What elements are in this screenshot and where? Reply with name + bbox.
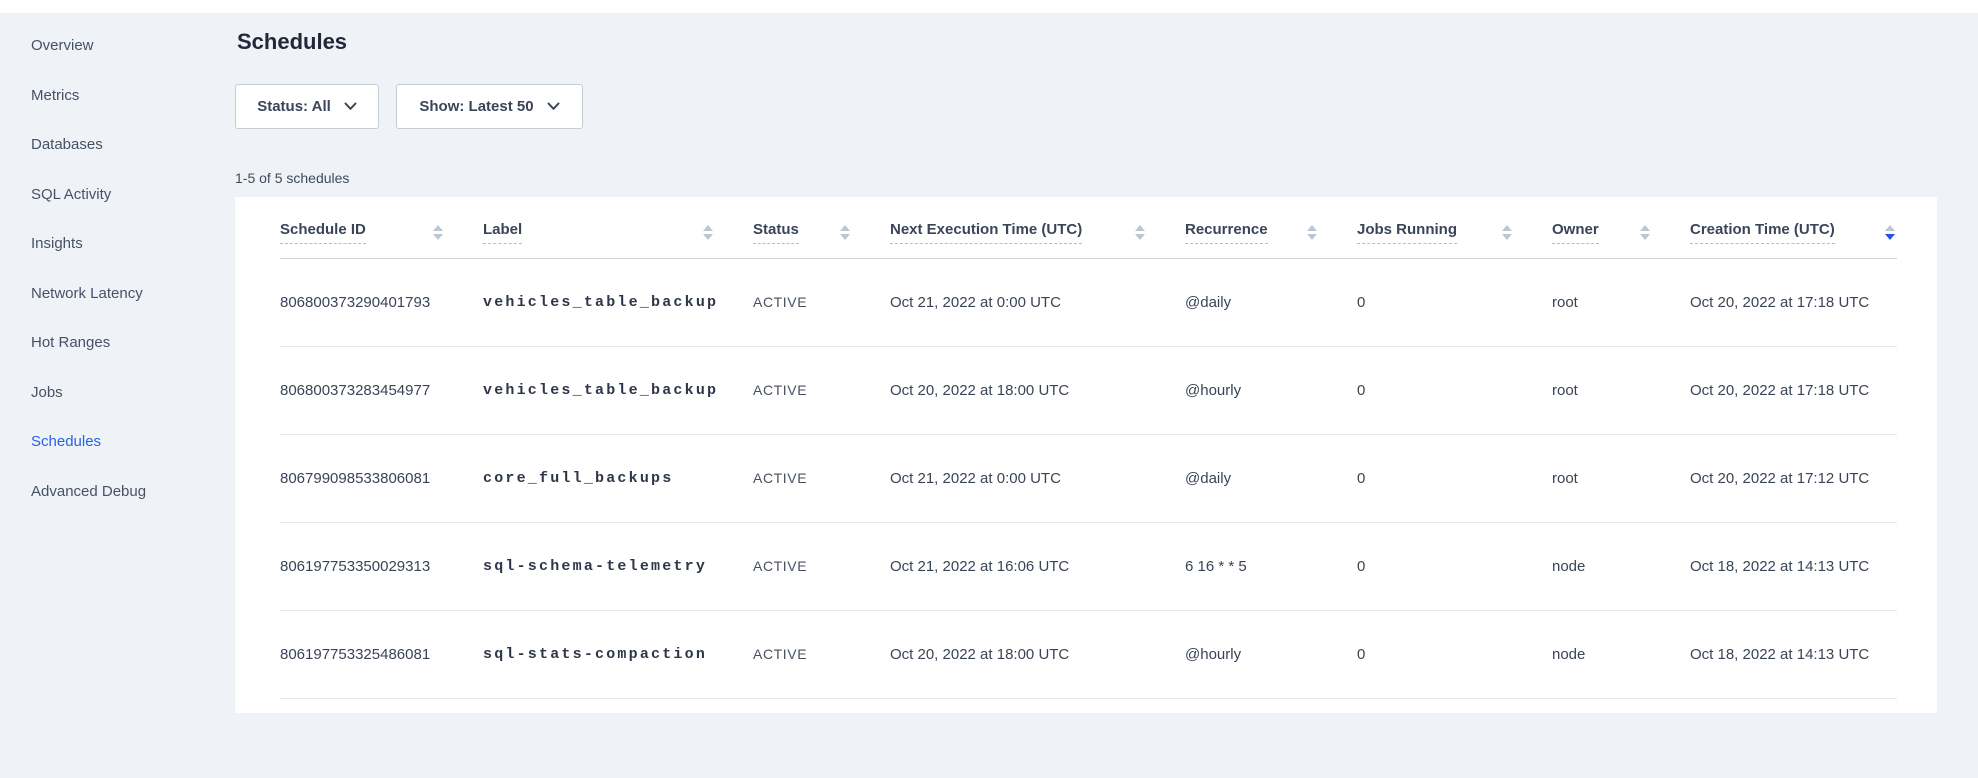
cell-creation-time: Oct 18, 2022 at 14:13 UTC xyxy=(1690,522,1897,610)
cell-owner: root xyxy=(1552,434,1690,522)
show-limit-label: Show: Latest 50 xyxy=(419,98,533,115)
sort-icon-active-desc xyxy=(1885,225,1895,240)
table-row[interactable]: 806197753325486081 sql-stats-compaction … xyxy=(280,610,1897,698)
table-row[interactable]: 806197753350029313 sql-schema-telemetry … xyxy=(280,522,1897,610)
schedules-table: Schedule ID Label Status Next Execution … xyxy=(280,197,1897,699)
page-title: Schedules xyxy=(237,29,1937,55)
cell-status: ACTIVE xyxy=(753,434,890,522)
table-header-row: Schedule ID Label Status Next Execution … xyxy=(280,197,1897,258)
sort-icon xyxy=(433,225,443,240)
show-limit-dropdown[interactable]: Show: Latest 50 xyxy=(396,84,583,129)
column-header-label[interactable]: Label xyxy=(483,197,753,258)
cell-schedule-id: 806800373283454977 xyxy=(280,346,483,434)
cell-schedule-id: 806800373290401793 xyxy=(280,258,483,346)
cell-jobs-running: 0 xyxy=(1357,434,1552,522)
chevron-down-icon xyxy=(344,102,357,111)
table-row[interactable]: 806799098533806081 core_full_backups ACT… xyxy=(280,434,1897,522)
cell-next-execution: Oct 20, 2022 at 18:00 UTC xyxy=(890,346,1185,434)
column-header-next-execution-time[interactable]: Next Execution Time (UTC) xyxy=(890,197,1185,258)
sort-icon xyxy=(1135,225,1145,240)
cell-recurrence: @daily xyxy=(1185,258,1357,346)
cell-recurrence: @hourly xyxy=(1185,610,1357,698)
column-header-status[interactable]: Status xyxy=(753,197,890,258)
sidebar-item-metrics[interactable]: Metrics xyxy=(0,71,235,121)
cell-creation-time: Oct 20, 2022 at 17:18 UTC xyxy=(1690,258,1897,346)
column-header-recurrence[interactable]: Recurrence xyxy=(1185,197,1357,258)
sort-icon xyxy=(1502,225,1512,240)
schedules-table-card: Schedule ID Label Status Next Execution … xyxy=(235,197,1937,713)
top-strip xyxy=(0,0,1978,13)
cell-label: vehicles_table_backup xyxy=(483,258,753,346)
sort-icon xyxy=(1307,225,1317,240)
cell-next-execution: Oct 21, 2022 at 0:00 UTC xyxy=(890,434,1185,522)
cell-jobs-running: 0 xyxy=(1357,610,1552,698)
cell-jobs-running: 0 xyxy=(1357,522,1552,610)
cell-label: sql-stats-compaction xyxy=(483,610,753,698)
cell-creation-time: Oct 20, 2022 at 17:18 UTC xyxy=(1690,346,1897,434)
cell-schedule-id: 806799098533806081 xyxy=(280,434,483,522)
cell-schedule-id: 806197753325486081 xyxy=(280,610,483,698)
cell-status: ACTIVE xyxy=(753,258,890,346)
results-count: 1-5 of 5 schedules xyxy=(235,170,1937,186)
sidebar-item-jobs[interactable]: Jobs xyxy=(0,368,235,418)
status-filter-dropdown[interactable]: Status: All xyxy=(235,84,379,129)
cell-owner: root xyxy=(1552,258,1690,346)
sidebar-item-advanced-debug[interactable]: Advanced Debug xyxy=(0,467,235,517)
sidebar-item-sql-activity[interactable]: SQL Activity xyxy=(0,170,235,220)
cell-recurrence: 6 16 * * 5 xyxy=(1185,522,1357,610)
cell-status: ACTIVE xyxy=(753,610,890,698)
column-header-schedule-id[interactable]: Schedule ID xyxy=(280,197,483,258)
cell-recurrence: @daily xyxy=(1185,434,1357,522)
cell-next-execution: Oct 21, 2022 at 16:06 UTC xyxy=(890,522,1185,610)
sidebar-item-insights[interactable]: Insights xyxy=(0,219,235,269)
sidebar-item-overview[interactable]: Overview xyxy=(0,21,235,71)
sort-icon xyxy=(1640,225,1650,240)
sidebar-item-hot-ranges[interactable]: Hot Ranges xyxy=(0,318,235,368)
filter-bar: Status: All Show: Latest 50 xyxy=(235,84,1937,129)
cell-owner: node xyxy=(1552,610,1690,698)
chevron-down-icon xyxy=(547,102,560,111)
table-row[interactable]: 806800373290401793 vehicles_table_backup… xyxy=(280,258,1897,346)
cell-creation-time: Oct 18, 2022 at 14:13 UTC xyxy=(1690,610,1897,698)
sidebar: Overview Metrics Databases SQL Activity … xyxy=(0,13,235,778)
cell-label: vehicles_table_backup xyxy=(483,346,753,434)
column-header-jobs-running[interactable]: Jobs Running xyxy=(1357,197,1552,258)
cell-label: sql-schema-telemetry xyxy=(483,522,753,610)
sidebar-item-network-latency[interactable]: Network Latency xyxy=(0,269,235,319)
cell-next-execution: Oct 21, 2022 at 0:00 UTC xyxy=(890,258,1185,346)
sidebar-item-schedules[interactable]: Schedules xyxy=(0,417,235,467)
column-header-creation-time[interactable]: Creation Time (UTC) xyxy=(1690,197,1897,258)
sidebar-item-databases[interactable]: Databases xyxy=(0,120,235,170)
cell-owner: root xyxy=(1552,346,1690,434)
sort-icon xyxy=(703,225,713,240)
cell-status: ACTIVE xyxy=(753,346,890,434)
cell-creation-time: Oct 20, 2022 at 17:12 UTC xyxy=(1690,434,1897,522)
status-filter-label: Status: All xyxy=(257,98,331,115)
column-header-owner[interactable]: Owner xyxy=(1552,197,1690,258)
cell-schedule-id: 806197753350029313 xyxy=(280,522,483,610)
cell-jobs-running: 0 xyxy=(1357,258,1552,346)
cell-next-execution: Oct 20, 2022 at 18:00 UTC xyxy=(890,610,1185,698)
sidebar-nav: Overview Metrics Databases SQL Activity … xyxy=(0,21,235,516)
sort-icon xyxy=(840,225,850,240)
cell-label: core_full_backups xyxy=(483,434,753,522)
table-row[interactable]: 806800373283454977 vehicles_table_backup… xyxy=(280,346,1897,434)
cell-owner: node xyxy=(1552,522,1690,610)
cell-status: ACTIVE xyxy=(753,522,890,610)
cell-jobs-running: 0 xyxy=(1357,346,1552,434)
cell-recurrence: @hourly xyxy=(1185,346,1357,434)
main-content: Schedules Status: All Show: Latest 50 1-… xyxy=(235,13,1937,713)
